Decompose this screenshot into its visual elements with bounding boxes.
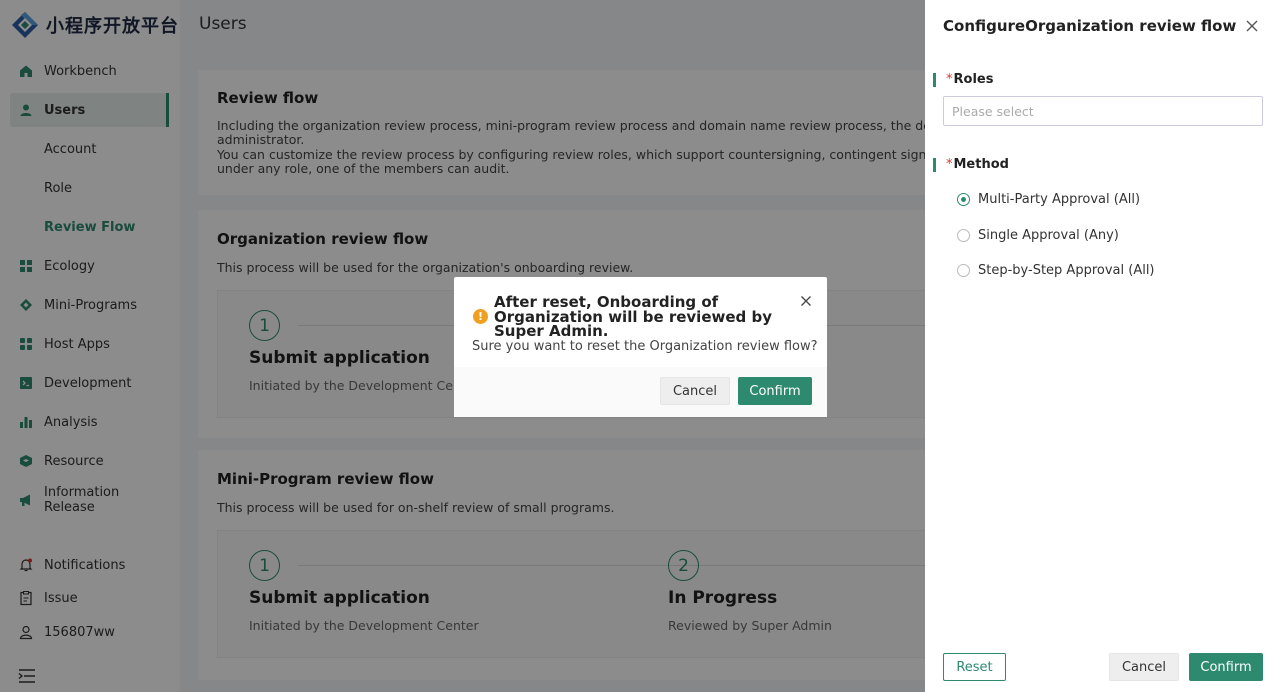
roles-label: *Roles	[933, 73, 993, 87]
radio-dot	[957, 229, 970, 242]
method-label: *Method	[933, 158, 1009, 172]
drawer-cancel-button[interactable]: Cancel	[1109, 653, 1179, 681]
radio-single-approval[interactable]: Single Approval (Any)	[957, 228, 1119, 243]
app-root: 小程序开放平台 Workbench Users Account Role Rev…	[0, 0, 1280, 692]
required-mark: *	[946, 157, 953, 172]
radio-label: Step-by-Step Approval (All)	[978, 263, 1155, 278]
warning-icon: !	[473, 309, 488, 324]
reset-button[interactable]: Reset	[943, 653, 1006, 681]
reset-confirm-dialog: ! After reset, Onboarding of Organizatio…	[454, 277, 827, 417]
dialog-title: After reset, Onboarding of Organization …	[494, 293, 773, 340]
dialog-confirm-button[interactable]: Confirm	[738, 377, 812, 405]
config-drawer: ConfigureOrganization review flow *Roles…	[925, 0, 1280, 692]
method-label-text: Method	[953, 157, 1009, 172]
roles-select[interactable]	[943, 96, 1263, 126]
radio-multi-party[interactable]: Multi-Party Approval (All)	[957, 192, 1140, 207]
dialog-footer: Cancel Confirm	[454, 367, 827, 417]
roles-label-text: Roles	[953, 72, 994, 87]
drawer-confirm-button[interactable]: Confirm	[1189, 653, 1263, 681]
drawer-title: ConfigureOrganization review flow	[943, 17, 1237, 35]
radio-dot	[957, 193, 970, 206]
close-icon[interactable]	[800, 292, 812, 306]
radio-label: Multi-Party Approval (All)	[978, 192, 1141, 207]
radio-dot	[957, 264, 970, 277]
radio-label: Single Approval (Any)	[978, 228, 1119, 243]
dialog-message: Sure you want to reset the Organization …	[472, 339, 818, 354]
close-icon[interactable]	[1243, 17, 1261, 35]
dialog-cancel-button[interactable]: Cancel	[660, 377, 730, 405]
radio-step-by-step[interactable]: Step-by-Step Approval (All)	[957, 263, 1155, 278]
required-mark: *	[946, 72, 953, 87]
